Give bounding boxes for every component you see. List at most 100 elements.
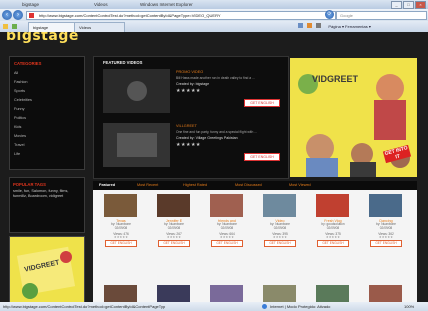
search-input[interactable]: Google — [336, 11, 427, 20]
zoom-level[interactable]: 100% — [404, 302, 414, 311]
tab-featured[interactable]: Featured — [99, 181, 115, 190]
video-rating: ★★★★★ — [113, 234, 129, 239]
get-english-button[interactable]: GET ENGLISH — [370, 240, 402, 248]
featured-thumb[interactable] — [103, 123, 170, 167]
category-item[interactable]: All — [14, 71, 18, 75]
featured-desc: Bill Haws made another run in death vall… — [176, 76, 255, 80]
tab-most-recent[interactable]: Most Recent — [137, 181, 158, 190]
category-item[interactable]: Sports — [14, 89, 25, 93]
maximize-button[interactable]: □ — [403, 1, 414, 9]
featured-thumb[interactable] — [103, 69, 170, 113]
video-thumb[interactable] — [369, 194, 402, 217]
sidebar-ad[interactable]: VIDGREET — [9, 236, 85, 302]
window-titlebar: bigstage Videos Windows Internet Explore… — [0, 0, 428, 9]
toolbar-menus[interactable]: Página ▾ Ferramentas ▾ — [298, 23, 371, 30]
close-button[interactable]: × — [415, 1, 426, 9]
video-card[interactable]: Fresh Vlog by: goodsolution 02/09/08 Vie… — [313, 194, 353, 248]
get-english-button[interactable]: GET ENGLISH — [158, 240, 190, 248]
forward-icon[interactable]: › — [13, 10, 23, 20]
featured-thumb-image — [103, 69, 170, 113]
video-card[interactable]: Jennifer E by: Nuanbone 02/09/08 Views: … — [154, 194, 194, 248]
site-logo[interactable]: bigstage — [6, 32, 79, 44]
add-favorite-icon[interactable] — [12, 24, 17, 29]
tab-videos-label: Videos — [79, 25, 92, 30]
video-thumb[interactable] — [316, 285, 349, 302]
favicon-icon — [29, 13, 34, 18]
video-rating: ★★★★★ — [219, 234, 235, 239]
back-icon[interactable]: ‹ — [2, 10, 12, 20]
featured-title[interactable]: PROMO VIDEO — [176, 70, 203, 74]
video-thumb[interactable] — [263, 194, 296, 217]
video-thumb[interactable] — [157, 194, 190, 217]
featured-desc: One fine and fun party, funny and a spec… — [176, 130, 257, 134]
video-rating: ★★★★★ — [272, 234, 288, 239]
tab-most-discussed[interactable]: Most Discussed — [235, 181, 262, 190]
popular-tags-list[interactable]: smile, fun, Salomon, funny, films, funmi… — [13, 189, 79, 199]
video-date: 02/09/08 — [326, 225, 340, 230]
video-thumb[interactable] — [369, 285, 402, 302]
category-item[interactable]: Life — [14, 152, 20, 156]
window-title-app: Windows Internet Explorer — [140, 2, 193, 7]
featured-rating-stars: ★★★★★ — [176, 142, 201, 148]
video-grid: Texas by: Nuanbone 02/09/08 Views: 476 ★… — [93, 190, 417, 302]
video-rating: ★★★★★ — [166, 234, 182, 239]
minimize-button[interactable]: _ — [391, 1, 402, 9]
featured-author[interactable]: Created by: Village Greetings Pakistan — [176, 136, 238, 140]
status-bar: http://www.bigstage.com/ContentControlTe… — [0, 302, 428, 311]
get-english-button[interactable]: GET ENGLISH — [211, 240, 243, 248]
featured-author[interactable]: Created by: bigstage — [176, 82, 209, 86]
status-url: http://www.bigstage.com/ContentControlTe… — [3, 304, 166, 309]
video-card[interactable]: friends and by: Nuanbone 02/09/08 Views:… — [207, 194, 247, 248]
featured-rating-stars: ★★★★★ — [176, 88, 201, 94]
window-title-section: Videos — [94, 2, 108, 7]
tab-bigstage[interactable]: bigstage — [28, 22, 78, 32]
featured-title[interactable]: VILLGREET — [176, 124, 197, 128]
tab-bigstage-label: bigstage — [33, 25, 49, 30]
get-english-button[interactable]: GET ENGLISH — [264, 240, 296, 248]
video-card[interactable]: Dancing by: Nuanbone 02/09/08 Views: 362… — [366, 194, 406, 248]
refresh-icon[interactable]: ⟳ — [325, 10, 334, 19]
video-rating: ★★★★★ — [378, 234, 394, 239]
category-item[interactable]: Movies — [14, 134, 26, 138]
globe-icon — [262, 304, 267, 309]
get-english-button[interactable]: GET ENGLISH — [317, 240, 349, 248]
tabs-bar: bigstage Videos Página ▾ Ferramentas ▾ — [0, 21, 428, 32]
web-page: bigstage CATEGORIES All Fashion Sports C… — [0, 32, 428, 302]
video-card[interactable]: Video by: Nuanbone 02/09/08 Views: 395 ★… — [260, 194, 300, 248]
tab-most-viewed[interactable]: Most Viewed — [289, 181, 311, 190]
home-icon[interactable] — [298, 23, 303, 28]
print-icon[interactable] — [316, 23, 322, 28]
video-card[interactable]: Texas by: Nuanbone 02/09/08 Views: 476 ★… — [101, 194, 141, 248]
category-item[interactable]: Fashion — [14, 80, 28, 84]
video-thumb[interactable] — [104, 285, 137, 302]
tools-menu[interactable]: Página ▾ Ferramentas ▾ — [328, 24, 370, 29]
url-field[interactable]: http://www.bigstage.com/ContentControlTe… — [26, 11, 336, 20]
category-item[interactable]: Funny — [14, 107, 25, 111]
video-date: 02/09/08 — [220, 225, 234, 230]
window-title-site: bigstage — [22, 2, 40, 7]
tab-videos[interactable]: Videos — [74, 22, 125, 32]
get-english-button[interactable]: GET ENGLISH — [244, 99, 280, 107]
favorites-star-icon[interactable] — [3, 24, 8, 29]
rss-icon[interactable] — [307, 23, 313, 28]
popular-tags-panel: POPULAR TAGS smile, fun, Salomon, funny,… — [9, 177, 85, 233]
hero-title: VIDGREET — [312, 74, 359, 84]
get-english-button[interactable]: GET ENGLISH — [244, 153, 280, 161]
ad-graphic — [10, 237, 84, 302]
featured-videos-panel: FEATURED VIDEOS PROMO VIDEO Bill Haws ma… — [93, 56, 289, 179]
video-thumb[interactable] — [210, 194, 243, 217]
video-thumb[interactable] — [157, 285, 190, 302]
video-thumb[interactable] — [210, 285, 243, 302]
popular-tags-heading: POPULAR TAGS — [13, 182, 46, 187]
video-thumb[interactable] — [104, 194, 137, 217]
video-thumb[interactable] — [316, 194, 349, 217]
video-date: 02/09/08 — [167, 225, 181, 230]
category-item[interactable]: Politics — [14, 116, 26, 120]
video-thumb[interactable] — [263, 285, 296, 302]
category-item[interactable]: Kids — [14, 125, 21, 129]
category-item[interactable]: Celebrities — [14, 98, 32, 102]
tab-highest-rated[interactable]: Highest Rated — [183, 181, 207, 190]
hero-banner[interactable]: VIDGREET GET INTO IT — [290, 58, 417, 177]
get-english-button[interactable]: GET ENGLISH — [105, 240, 137, 248]
category-item[interactable]: Travel — [14, 143, 24, 147]
